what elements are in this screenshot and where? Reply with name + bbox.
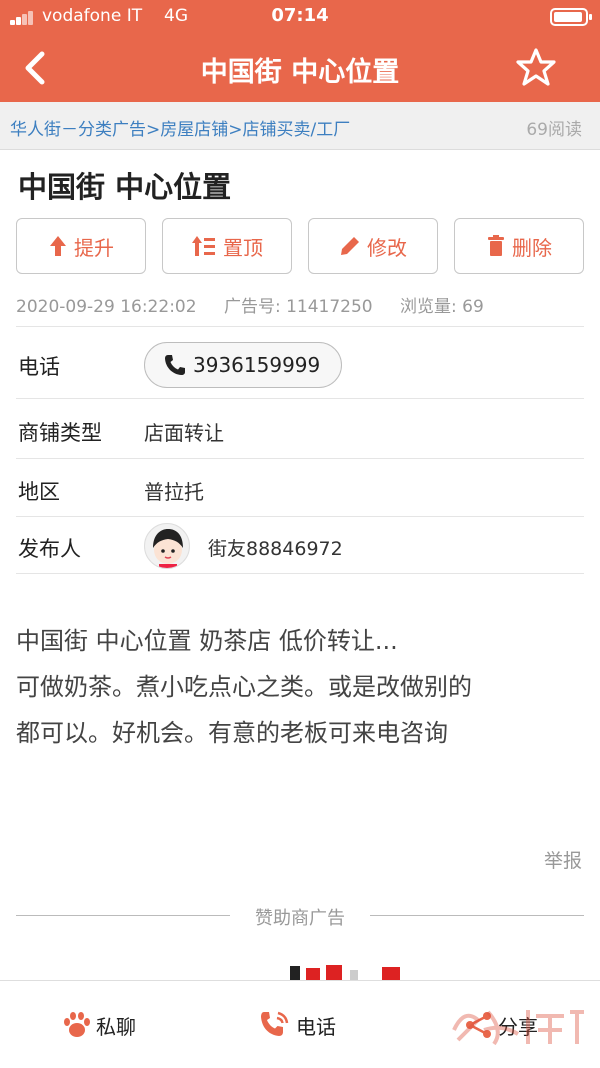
page-title: 中国街 中心位置 [200,57,400,88]
ad-number: 广告号: 11417250 [223,297,373,317]
view-count: 浏览量: 69 [400,297,484,317]
trash-icon [488,235,504,256]
breadcrumb-bar: 华人街－分类广告>房屋店铺>店铺买卖/工厂 69阅读 [0,102,600,150]
divider-line [370,915,584,916]
shop-type-value: 店面转让 [144,421,224,445]
promote-label: 提升 [74,235,114,260]
status-bar: vodafone IT 4G 07:14 [0,0,600,34]
promote-button[interactable]: 提升 [16,218,146,274]
clock: 07:14 [271,5,329,26]
description-line: 都可以。好机会。有意的老板可来电咨询 [16,719,448,747]
description-line: 可做奶茶。煮小吃点心之类。或是改做别的 [16,673,472,701]
region-row: 地区 普拉托 [16,458,584,516]
avatar[interactable] [144,523,190,569]
publisher-name[interactable]: 街友88846972 [208,534,343,561]
post-description: 中国街 中心位置 奶茶店 低价转让... 可做奶茶。煮小吃点心之类。或是改做别的… [16,618,586,756]
description-line: 中国街 中心位置 奶茶店 低价转让... [16,627,398,655]
edit-label: 修改 [367,235,407,260]
watermark-logo-icon [452,1010,584,1046]
read-count: 69阅读 [526,120,582,140]
ad-graphic [290,965,400,980]
action-bar: 提升 置顶 修改 删除 [16,218,584,274]
paw-icon [64,1012,90,1037]
pencil-icon [341,237,359,255]
sponsor-label: 赞助商广告 [255,908,345,929]
arrow-up-icon [50,236,66,256]
star-icon [516,48,556,86]
region-label: 地区 [18,480,60,504]
phone-call-button[interactable]: 3936159999 [144,342,342,388]
phone-row: 电话 3936159999 [16,326,584,398]
shop-type-row: 商铺类型 店面转让 [16,398,584,458]
publisher-row: 发布人 街友88846972 [16,516,584,574]
edit-button[interactable]: 修改 [308,218,438,274]
post-title: 中国街 中心位置 [18,170,232,204]
phone-number: 3936159999 [193,353,321,377]
region-value: 普拉托 [144,480,204,504]
call-tab[interactable]: 电话 [258,1009,336,1041]
sponsor-ad-banner[interactable] [286,962,416,980]
call-tab-label: 电话 [296,1014,336,1039]
pin-top-icon [192,236,215,256]
phone-label: 电话 [18,355,60,379]
phone-ringing-icon [261,1011,289,1036]
post-meta: 2020-09-29 16:22:02 广告号: 11417250 浏览量: 6… [16,292,506,317]
favorite-button[interactable] [516,47,556,87]
nav-bar: 中国街 中心位置 [0,34,600,102]
publisher-label: 发布人 [18,537,81,561]
post-date: 2020-09-29 16:22:02 [16,297,197,317]
shop-type-label: 商铺类型 [18,421,102,445]
report-link[interactable]: 举报 [544,846,582,873]
pin-top-label: 置顶 [223,235,263,260]
chat-tab[interactable]: 私聊 [62,1009,136,1041]
chat-tab-label: 私聊 [96,1014,136,1039]
battery-icon [550,8,592,26]
delete-button[interactable]: 删除 [454,218,584,274]
pin-top-button[interactable]: 置顶 [162,218,292,274]
user-avatar-icon [153,529,183,568]
phone-icon [165,355,185,375]
breadcrumb[interactable]: 华人街－分类广告>房屋店铺>店铺买卖/工厂 [10,115,350,140]
delete-label: 删除 [512,235,552,260]
sponsor-divider: 赞助商广告 [16,904,584,929]
site-watermark-logo [444,1000,594,1064]
